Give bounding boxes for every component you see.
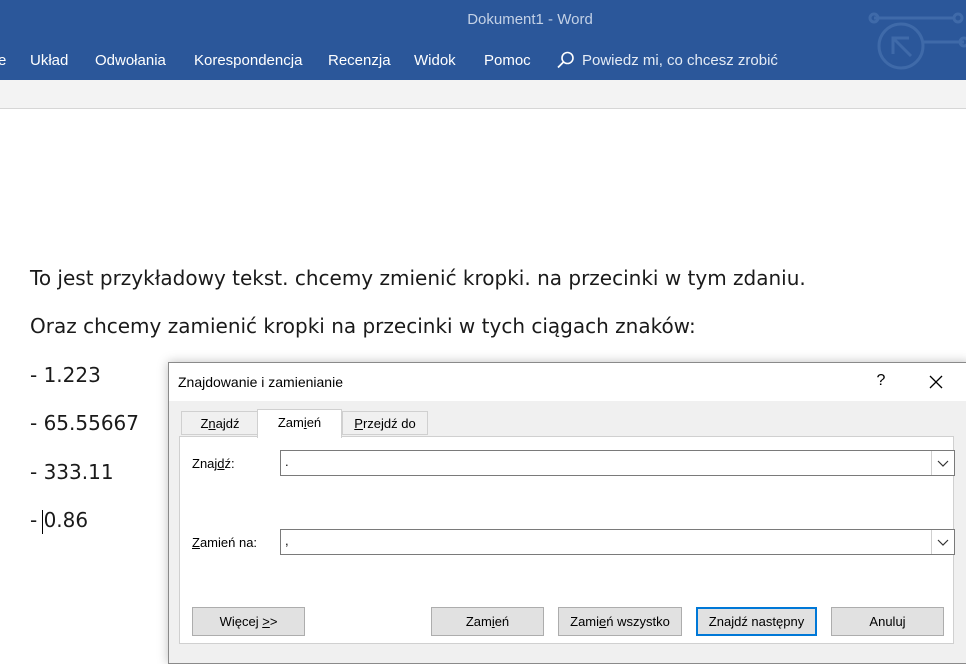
find-next-label: Znajdź następny — [708, 614, 805, 629]
doc-paragraph-1: To jest przykładowy tekst. chcemy zmieni… — [30, 266, 806, 290]
find-label-a: Znaj — [192, 456, 218, 471]
replace-btn-label-b: eń — [494, 614, 510, 629]
tab-replace-active[interactable]: Zamień — [257, 409, 342, 438]
dialog-title-bar[interactable]: Znajdowanie i zamienianie ? — [169, 363, 966, 401]
find-label-b: ź: — [224, 456, 235, 471]
circuit-decoration-icon — [868, 12, 966, 70]
tab-layout[interactable]: Układ — [30, 52, 68, 69]
tab-replace-label-a: Zam — [277, 415, 304, 430]
find-dropdown-button[interactable] — [931, 451, 954, 475]
replace-btn-label-a: Zam — [465, 614, 492, 629]
tell-me-search[interactable]: Powiedz mi, co chcesz zrobić — [582, 52, 778, 69]
tab-help[interactable]: Pomoc — [484, 52, 531, 69]
tab-references[interactable]: Odwołania — [95, 52, 166, 69]
tab-review[interactable]: Recenzja — [328, 52, 391, 69]
doc-list-item-4: - 0.86 — [30, 508, 89, 532]
tab-mailings[interactable]: Korespondencja — [194, 52, 302, 69]
lightbulb-search-icon[interactable] — [556, 50, 576, 70]
replace-with-input[interactable]: , — [280, 529, 955, 555]
replace-with-label: Zamień na: — [192, 535, 257, 550]
tab-find-label-key: n — [208, 416, 216, 431]
help-button[interactable]: ? — [873, 372, 889, 390]
replace-with-value: , — [285, 533, 289, 548]
tab-find[interactable]: Znajdź — [181, 411, 259, 435]
doc-paragraph-2: Oraz chcemy zamienić kropki na przecinki… — [30, 314, 696, 338]
text-cursor — [42, 510, 43, 534]
chevron-down-icon — [937, 460, 949, 467]
more-label-key: > — [262, 614, 270, 629]
find-next-button[interactable]: Znajdź następny — [696, 607, 817, 636]
more-button[interactable]: Więcej >> — [192, 607, 305, 636]
tab-replace-label-b: eń — [306, 415, 322, 430]
find-replace-dialog: Znajdowanie i zamienianie ? Znajdź Zamie… — [168, 362, 966, 664]
replace-button[interactable]: Zamień — [431, 607, 544, 636]
tab-view[interactable]: Widok — [414, 52, 456, 69]
doc-list-item-3: - 333.11 — [30, 460, 114, 484]
replace-dropdown-button[interactable] — [931, 530, 954, 554]
replace-label-key: Z — [192, 535, 200, 550]
find-what-input[interactable]: . — [280, 450, 955, 476]
replace-all-button[interactable]: Zamień wszystko — [558, 607, 682, 636]
tab-find-label-b: ajdź — [215, 416, 240, 431]
cancel-button[interactable]: Anuluj — [831, 607, 944, 636]
tab-file-partial[interactable]: e — [0, 52, 6, 69]
find-label: Znajdź: — [192, 456, 235, 471]
title-bar: Dokument1 - Word — [0, 0, 966, 40]
replace-label-b: amień na: — [199, 535, 258, 550]
more-label-a: Więcej — [219, 614, 263, 629]
more-label-b: > — [269, 614, 278, 629]
window-title: Dokument1 - Word — [467, 11, 593, 28]
dialog-title: Znajdowanie i zamienianie — [178, 374, 343, 390]
doc-list-item-1: - 1.223 — [30, 363, 101, 387]
tab-goto-label-b: rzejdź do — [362, 416, 416, 431]
find-what-value: . — [285, 454, 289, 469]
replace-all-label-b: ń wszystko — [606, 614, 670, 629]
tab-goto-label-key: P — [354, 416, 363, 431]
replace-all-label-a: Zami — [570, 614, 600, 629]
chevron-down-icon — [937, 539, 949, 546]
tab-goto[interactable]: Przejdź do — [342, 411, 428, 435]
doc-list-item-2: - 65.55667 — [30, 411, 140, 435]
cancel-label: Anuluj — [869, 614, 906, 629]
close-icon[interactable] — [927, 373, 945, 391]
ribbon-tab-bar: e Układ Odwołania Korespondencja Recenzj… — [0, 40, 966, 80]
find-label-key: d — [217, 456, 225, 471]
ribbon-command-area — [0, 80, 966, 109]
